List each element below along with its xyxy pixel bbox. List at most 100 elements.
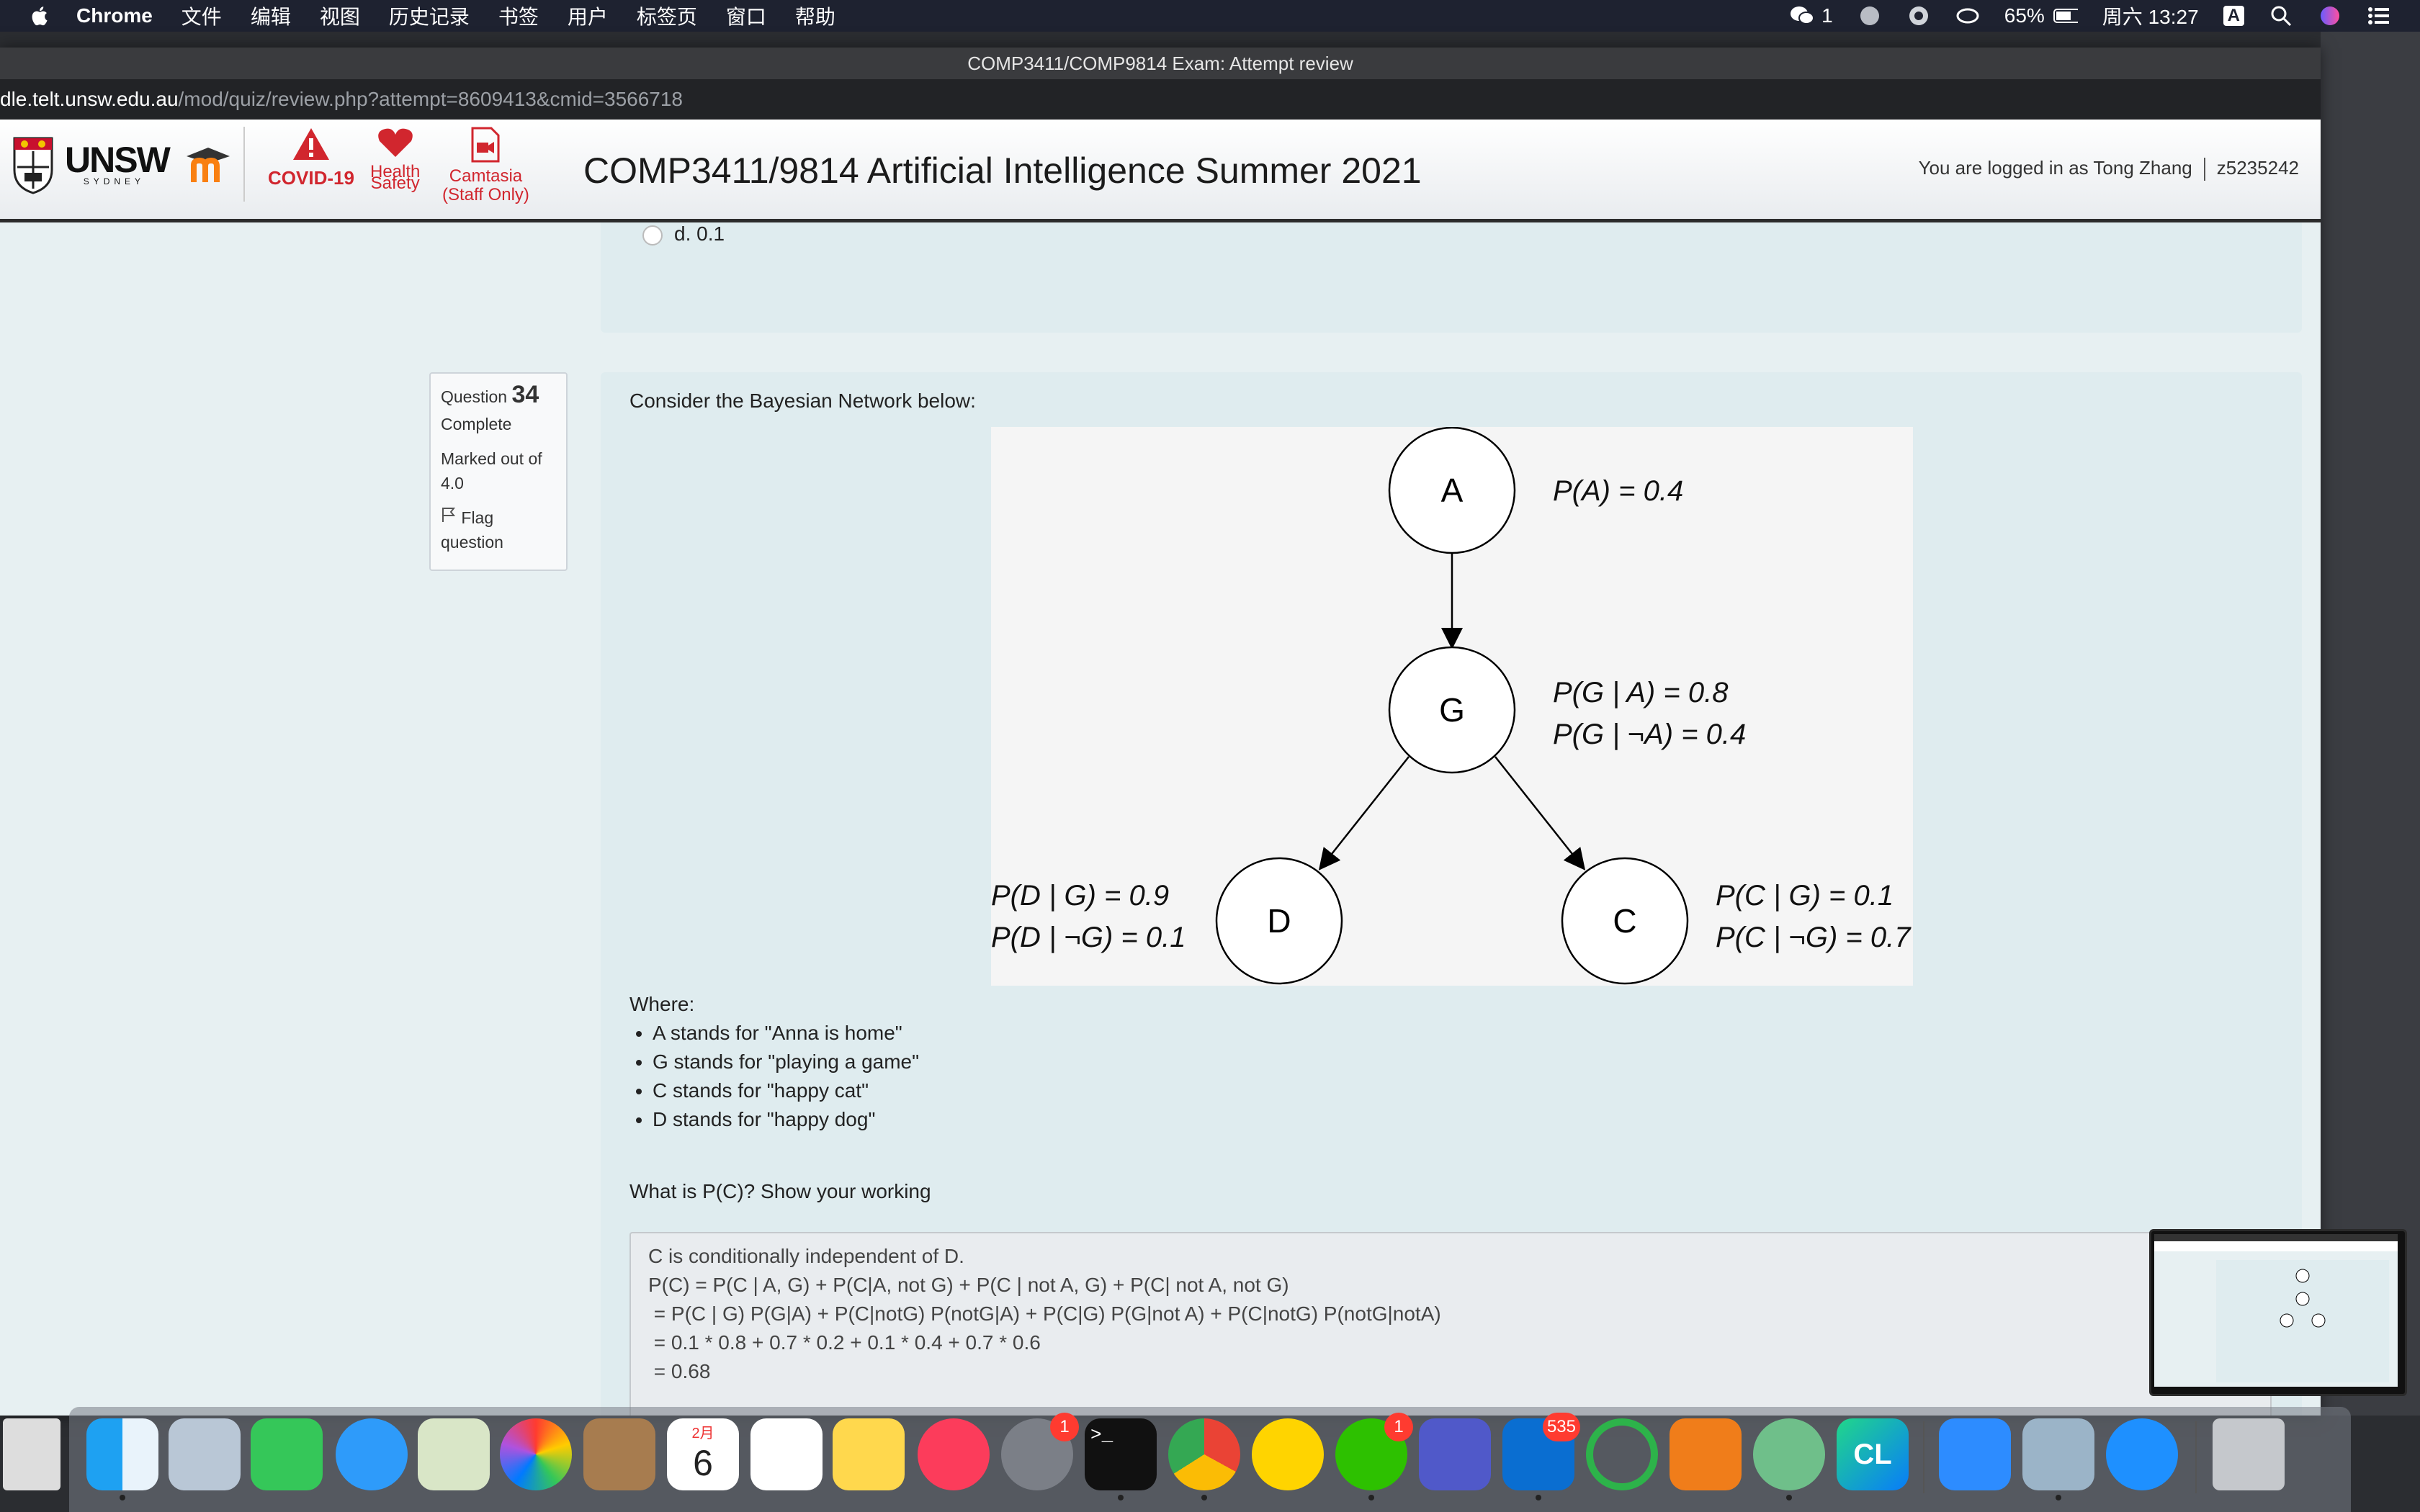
course-title[interactable]: COMP3411/9814 Artificial Intelligence Su… <box>583 150 1422 192</box>
music-icon[interactable] <box>918 1418 990 1490</box>
calendar-icon[interactable]: 2月 6 <box>667 1418 739 1490</box>
menu-people[interactable]: 用户 <box>568 1 608 30</box>
camtasia-label-1: Camtasia <box>449 166 523 186</box>
zoom-icon[interactable] <box>1939 1418 2011 1490</box>
address-bar[interactable]: dle.telt.unsw.edu.au/mod/quiz/review.php… <box>0 79 2321 120</box>
chrome-icon[interactable] <box>1168 1418 1240 1500</box>
dock: 2月 6 1 >_ 1 535 CL <box>3 1407 2351 1512</box>
user-id-link[interactable]: z5235242 <box>2217 157 2299 179</box>
menu-view[interactable]: 视图 <box>320 1 360 30</box>
answer-line-5: = 0.68 <box>648 1360 711 1382</box>
wechat-count: 1 <box>1821 4 1833 27</box>
answer-line-4: = 0.1 * 0.8 + 0.7 * 0.2 + 0.1 * 0.4 + 0.… <box>648 1331 1041 1354</box>
preview-hawk-icon[interactable] <box>169 1418 241 1490</box>
globe-icon[interactable] <box>1857 4 1882 28</box>
menu-history[interactable]: 历史记录 <box>389 1 470 30</box>
apple-icon[interactable] <box>29 5 49 27</box>
wechat-status-icon[interactable] <box>1790 4 1815 28</box>
menu-help[interactable]: 帮助 <box>795 1 835 30</box>
header-divider <box>243 127 245 202</box>
menu-edit[interactable]: 编辑 <box>251 1 291 30</box>
question-intro: Consider the Bayesian Network below: <box>629 390 976 412</box>
camtasia-link[interactable]: Camtasia (Staff Only) <box>442 127 529 204</box>
health-safety-link[interactable]: Health Safety <box>370 127 420 193</box>
covid-link[interactable]: COVID-19 <box>268 127 354 187</box>
system-preferences-badge: 1 <box>1050 1413 1079 1441</box>
siri-icon[interactable] <box>2318 4 2342 28</box>
heart-icon <box>377 128 413 157</box>
network-app-icon[interactable] <box>1753 1418 1825 1500</box>
page-content: d. 0.1 Question 34 Complete Marked out o… <box>0 222 2321 1416</box>
notification-center-icon[interactable] <box>2367 4 2391 28</box>
menu-app-chrome[interactable]: Chrome <box>76 4 153 27</box>
answer-textarea[interactable]: C is conditionally independent of D. P(C)… <box>629 1232 2272 1416</box>
menu-file[interactable]: 文件 <box>182 1 222 30</box>
clion-icon[interactable]: CL <box>1837 1418 1909 1490</box>
spotlight-search-icon[interactable] <box>2269 4 2293 28</box>
where-label: Where: <box>629 993 695 1015</box>
unsw-crest-icon <box>13 137 53 194</box>
definition-c: C stands for "happy cat" <box>653 1076 919 1105</box>
browser-window: COMP3411/COMP9814 Exam: Attempt review d… <box>0 48 2321 1416</box>
teams-icon[interactable] <box>1419 1418 1491 1490</box>
site-header: UNSW SYDNEY COVID-19 Health Safety Camta… <box>0 120 2321 222</box>
url-host: dle.telt.unsw.edu.au <box>0 88 179 110</box>
covid-label: COVID-19 <box>268 167 354 189</box>
input-method-indicator[interactable]: A <box>2223 6 2244 26</box>
sync-app-icon[interactable] <box>1586 1418 1658 1490</box>
maps-icon[interactable] <box>418 1418 490 1490</box>
terminal-icon[interactable]: >_ <box>1085 1418 1157 1500</box>
camtasia-icon <box>471 127 500 163</box>
thumbnail-preview-image <box>2154 1234 2398 1387</box>
moodle-icon[interactable] <box>184 145 234 185</box>
radio-option-d[interactable] <box>642 225 663 246</box>
answer-line-3: = P(C | G) P(G|A) + P(C|notG) P(notG|A) … <box>648 1302 1441 1325</box>
facetime-icon[interactable] <box>251 1418 323 1490</box>
outlook-icon[interactable]: 535 <box>1502 1413 1580 1500</box>
system-preferences-icon[interactable]: 1 <box>1001 1413 1079 1490</box>
contacts-icon[interactable] <box>583 1418 655 1490</box>
screenshot-thumbnail[interactable] <box>2149 1229 2407 1396</box>
clock[interactable]: 周六 13:27 <box>2102 1 2199 30</box>
finder-icon[interactable] <box>86 1418 158 1500</box>
prob-c-given-not-g: P(C | ¬G) = 0.7 <box>1716 922 1912 953</box>
notes-icon[interactable] <box>833 1418 905 1490</box>
url-path: /mod/quiz/review.php?attempt=8609413&cmi… <box>178 88 684 110</box>
flag-label-1: Flag <box>461 508 494 527</box>
menu-window[interactable]: 窗口 <box>726 1 766 30</box>
reminders-icon[interactable] <box>750 1418 823 1490</box>
wechat-badge: 1 <box>1384 1413 1413 1441</box>
prob-d-given-g: P(D | G) = 0.9 <box>991 880 1169 912</box>
definition-g: G stands for "playing a game" <box>653 1048 919 1076</box>
logged-in-text: You are logged in as Tong Zhang <box>1918 157 2192 179</box>
tiger-vpn-icon[interactable] <box>1670 1418 1742 1490</box>
dock-separator <box>1923 1421 1924 1493</box>
warning-icon <box>292 128 329 160</box>
camtasia-label-2: (Staff Only) <box>442 185 529 204</box>
node-d-label: D <box>1267 902 1291 940</box>
trash-icon[interactable] <box>2213 1418 2285 1490</box>
menu-bar: Chrome 文件 编辑 视图 历史记录 书签 用户 标签页 窗口 帮助 1 6… <box>0 0 2420 32</box>
flag-question-link[interactable]: Flag question <box>441 505 556 554</box>
definition-list: A stands for "Anna is home" G stands for… <box>629 1019 919 1134</box>
node-g-label: G <box>1439 691 1465 729</box>
menu-tabs[interactable]: 标签页 <box>637 1 697 30</box>
downloads-stack-icon[interactable] <box>3 1418 60 1490</box>
node-a-label: A <box>1441 472 1464 509</box>
prev-option-d[interactable]: d. 0.1 <box>642 222 725 246</box>
vpn-icon[interactable] <box>1906 4 1931 28</box>
photos-icon[interactable] <box>500 1418 572 1490</box>
messages-icon[interactable] <box>336 1418 408 1490</box>
login-info: You are logged in as Tong Zhang z5235242 <box>1919 157 2299 181</box>
wechat-icon[interactable]: 1 <box>1335 1413 1413 1500</box>
qq-music-icon[interactable] <box>1252 1418 1324 1490</box>
question-info-box: Question 34 Complete Marked out of 4.0 F… <box>429 372 568 571</box>
window-title: COMP3411/COMP9814 Exam: Attempt review <box>0 48 2321 79</box>
unsw-logo[interactable]: UNSW SYDNEY <box>12 135 234 194</box>
menu-bookmarks[interactable]: 书签 <box>498 1 539 30</box>
safari-icon[interactable] <box>2106 1418 2178 1490</box>
airplay-icon[interactable] <box>1955 4 1980 28</box>
image-viewer-icon[interactable] <box>2022 1418 2094 1500</box>
battery-icon[interactable] <box>2053 4 2078 28</box>
status-area: 1 65% 周六 13:27 A <box>1790 0 2391 32</box>
